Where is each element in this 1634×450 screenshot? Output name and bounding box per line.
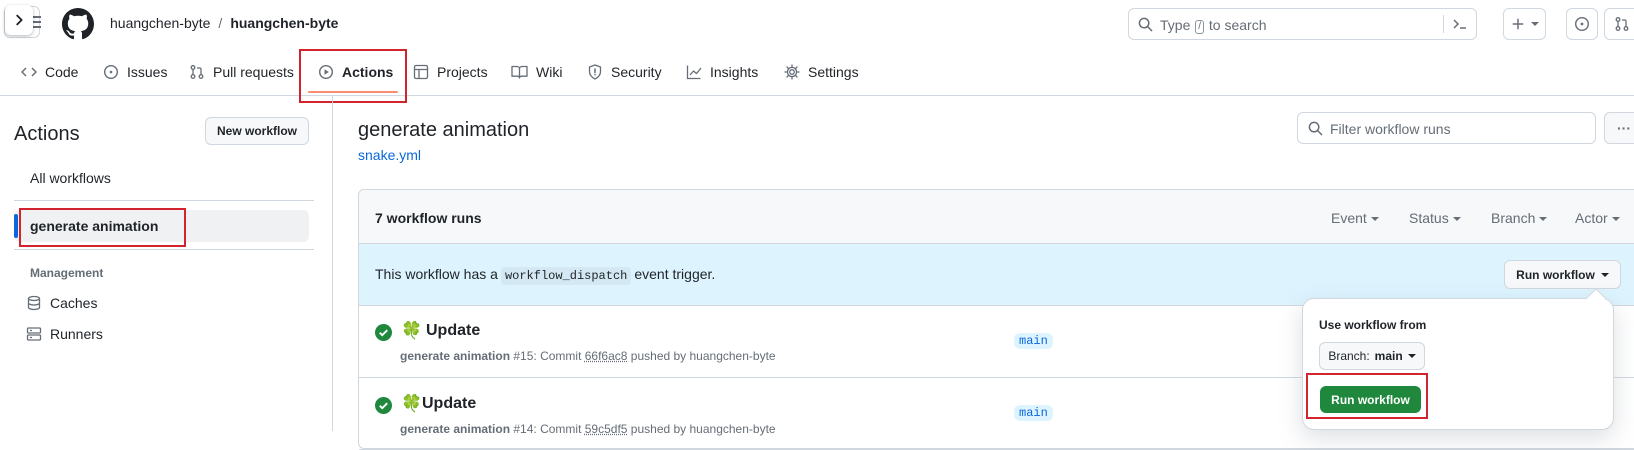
sidebar-item-all-workflows[interactable]: All workflows xyxy=(30,170,111,186)
highlight-actions-tab xyxy=(299,49,407,103)
issue-opened-icon xyxy=(1574,16,1590,32)
breadcrumb: huangchen-byte / huangchen-byte xyxy=(110,15,338,31)
branch-label[interactable]: main xyxy=(1014,333,1053,349)
status-filter[interactable]: Status xyxy=(1409,210,1461,226)
tab-settings-label: Settings xyxy=(808,64,859,80)
tab-pull-requests-label: Pull requests xyxy=(213,64,294,80)
table-icon xyxy=(413,64,429,80)
clover-emoji: 🍀 xyxy=(401,394,422,414)
tab-issues-label: Issues xyxy=(127,64,167,80)
repo-link[interactable]: huangchen-byte xyxy=(230,15,338,31)
filter-workflow-runs-input[interactable]: Filter workflow runs xyxy=(1297,112,1596,144)
workflow-file-link[interactable]: snake.yml xyxy=(358,147,421,163)
code-icon xyxy=(21,64,37,80)
sidebar-title: Actions xyxy=(14,123,80,146)
create-new-button[interactable] xyxy=(1503,8,1546,40)
runs-header: 7 workflow runs Event Status Branch Acto… xyxy=(359,190,1634,244)
dispatch-banner: This workflow has a workflow_dispatch even… xyxy=(359,244,1634,306)
run-title[interactable]: Update xyxy=(422,395,476,413)
event-filter[interactable]: Event xyxy=(1331,210,1379,226)
new-workflow-button[interactable]: New workflow xyxy=(205,117,309,145)
book-icon xyxy=(511,64,528,80)
tab-issues[interactable]: Issues xyxy=(103,52,167,92)
commit-link[interactable]: 59c5df5 xyxy=(585,422,628,436)
branch-select-button[interactable]: Branch: main xyxy=(1319,342,1425,370)
global-header: huangchen-byte / huangchen-byte Type / to … xyxy=(0,0,1634,48)
issues-button[interactable] xyxy=(1566,8,1598,40)
issue-opened-icon xyxy=(103,64,119,80)
sidebar-item-runners[interactable]: Runners xyxy=(26,326,103,342)
branch-filter[interactable]: Branch xyxy=(1491,210,1547,226)
search-placeholder: Type / to search xyxy=(1160,17,1267,34)
check-circle-icon xyxy=(375,397,392,414)
run-count: 7 workflow runs xyxy=(375,210,482,226)
tab-projects[interactable]: Projects xyxy=(413,52,488,92)
tab-code[interactable]: Code xyxy=(21,52,78,92)
search-icon xyxy=(1308,121,1323,136)
github-logo-icon[interactable] xyxy=(62,8,94,40)
plus-icon xyxy=(1511,17,1525,31)
tab-insights[interactable]: Insights xyxy=(686,52,758,92)
caches-label: Caches xyxy=(50,295,97,311)
gear-icon xyxy=(784,64,800,80)
pull-requests-button[interactable] xyxy=(1604,8,1634,40)
server-icon xyxy=(26,326,42,342)
tab-projects-label: Projects xyxy=(437,64,488,80)
run-meta: generate animation #15: Commit 66f6ac8 p… xyxy=(400,349,776,363)
command-palette-icon[interactable] xyxy=(1452,17,1468,31)
kebab-horizontal-icon: ··· xyxy=(1617,120,1631,136)
chevron-right-icon xyxy=(12,13,26,27)
dispatch-message: This workflow has a workflow_dispatch even… xyxy=(375,266,715,283)
tab-security-label: Security xyxy=(611,64,662,80)
search-icon xyxy=(1138,17,1153,32)
tab-code-label: Code xyxy=(45,64,78,80)
filter-placeholder: Filter workflow runs xyxy=(1330,121,1451,137)
global-search-input[interactable]: Type / to search xyxy=(1128,8,1477,40)
tab-pull-requests[interactable]: Pull requests xyxy=(189,52,294,92)
tab-insights-label: Insights xyxy=(710,64,758,80)
run-meta: generate animation #14: Commit 59c5df5 p… xyxy=(400,422,776,436)
tab-settings[interactable]: Settings xyxy=(784,52,859,92)
sidebar-item-caches[interactable]: Caches xyxy=(26,295,97,311)
git-pull-request-icon xyxy=(1614,16,1630,32)
highlight-generate-animation xyxy=(19,208,186,247)
branch-label[interactable]: main xyxy=(1014,405,1053,421)
tab-wiki-label: Wiki xyxy=(536,64,562,80)
repository-nav: Code Issues Pull requests Actions Projec… xyxy=(0,52,1634,96)
check-circle-icon xyxy=(375,324,392,341)
owner-link[interactable]: huangchen-byte xyxy=(110,15,210,31)
tab-security[interactable]: Security xyxy=(587,52,662,92)
breadcrumb-separator: / xyxy=(218,15,222,31)
clover-emoji: 🍀 xyxy=(401,321,422,341)
selected-indicator xyxy=(14,214,18,238)
database-icon xyxy=(26,295,42,311)
use-workflow-from-label: Use workflow from xyxy=(1319,318,1426,332)
actor-filter[interactable]: Actor xyxy=(1575,210,1620,226)
commit-link[interactable]: 66f6ac8 xyxy=(585,349,628,363)
management-heading: Management xyxy=(30,266,103,280)
run-workflow-dropdown-button[interactable]: Run workflow xyxy=(1504,260,1621,289)
workflow-title: generate animation xyxy=(358,119,529,142)
run-title[interactable]: Update xyxy=(426,322,480,340)
actions-sidebar: Actions New workflow All workflows gener… xyxy=(0,96,333,431)
tab-wiki[interactable]: Wiki xyxy=(511,52,562,92)
git-pull-request-icon xyxy=(189,64,205,80)
runners-label: Runners xyxy=(50,326,103,342)
highlight-run-workflow-button xyxy=(1306,373,1428,419)
graph-icon xyxy=(686,64,702,80)
shield-icon xyxy=(587,64,603,80)
more-options-button[interactable]: ··· xyxy=(1604,112,1634,144)
expand-sidebar-button[interactable] xyxy=(5,5,33,35)
